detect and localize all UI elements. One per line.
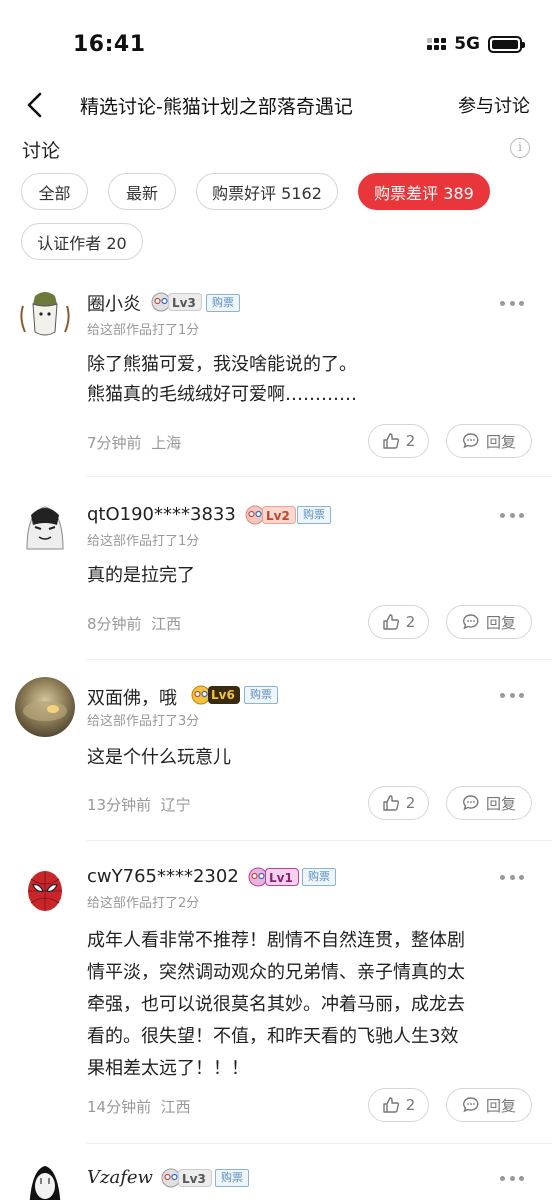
avatar[interactable] [15, 284, 75, 344]
network-type: 5G [454, 34, 480, 54]
level-badge: Lv6 [190, 685, 240, 705]
like-count: 2 [405, 613, 416, 631]
thumbs-up-icon [383, 433, 399, 449]
comment-bubble-icon [463, 433, 479, 449]
back-button[interactable] [18, 90, 50, 120]
level-badge: Lv3 [150, 292, 202, 312]
comment-bubble-icon [463, 614, 479, 630]
avatar[interactable] [15, 1160, 75, 1200]
like-button[interactable]: 2 [368, 1088, 429, 1122]
more-icon[interactable] [500, 693, 524, 699]
reply-button[interactable]: 回复 [446, 605, 532, 639]
more-icon[interactable] [500, 301, 524, 307]
comment-meta: 14分钟前 江西 [87, 1098, 191, 1116]
reply-button[interactable]: 回复 [446, 424, 532, 458]
avatar[interactable] [15, 859, 75, 919]
reply-button[interactable]: 回复 [446, 786, 532, 820]
username[interactable]: qtO190****3833 [87, 504, 236, 525]
page-title: 精选讨论-熊猫计划之部落奇遇记 [80, 96, 353, 118]
ticket-tag: 购票 [244, 686, 278, 704]
rating-text: 给这部作品打了3分 [87, 714, 200, 729]
info-icon[interactable]: i [510, 138, 530, 158]
level-label: Lv3 [168, 293, 202, 311]
comment-body: 除了熊猫可爱，我没啥能说的了。 熊猫真的毛绒绒好可爱啊………… [87, 354, 357, 405]
like-button[interactable]: 2 [368, 786, 429, 820]
reply-label: 回复 [485, 1096, 516, 1115]
more-icon[interactable] [500, 513, 524, 519]
level-label: Lv1 [265, 868, 299, 886]
like-count: 2 [405, 432, 416, 450]
username[interactable]: cwY765****2302 [87, 866, 239, 887]
rating-text: 给这部作品打了2分 [87, 896, 200, 911]
ticket-tag: 购票 [215, 1169, 249, 1187]
battery-icon [488, 35, 525, 53]
level-badge: Lv2 [244, 505, 296, 525]
level-badge: Lv3 [160, 1168, 212, 1188]
level-badge: Lv1 [247, 867, 299, 887]
comment-bubble-icon [463, 795, 479, 811]
reply-label: 回复 [485, 432, 516, 451]
ticket-tag: 购票 [206, 294, 240, 312]
divider [87, 840, 552, 841]
avatar[interactable] [15, 677, 75, 737]
status-bar: 16:41 5G [0, 0, 552, 80]
thumbs-up-icon [383, 1097, 399, 1113]
level-label: Lv3 [178, 1169, 212, 1187]
thumbs-up-icon [383, 795, 399, 811]
username[interactable]: 双面佛，哦 [87, 684, 177, 710]
filter-chip-verified-authors[interactable]: 认证作者 20 [21, 223, 143, 260]
status-indicators: 5G [427, 34, 525, 54]
comment-body: 这是个什么玩意儿 [87, 747, 231, 768]
divider [87, 659, 552, 660]
comment-meta: 7分钟前 上海 [87, 434, 182, 452]
join-discussion-button[interactable]: 参与讨论 [458, 92, 530, 118]
rating-text: 给这部作品打了1分 [87, 534, 200, 549]
nav-bar: 精选讨论-熊猫计划之部落奇遇记 参与讨论 [0, 80, 552, 130]
filter-chip-positive[interactable]: 购票好评 5162 [196, 173, 338, 210]
filter-chip-latest[interactable]: 最新 [108, 173, 176, 210]
filter-chip-all[interactable]: 全部 [21, 173, 88, 210]
avatar[interactable] [15, 497, 75, 557]
thumbs-up-icon [383, 614, 399, 630]
comment-body: 成年人看非常不推荐！剧情不自然连贯，整体剧 情平淡，突然调动观众的兄弟情、亲子情… [87, 930, 465, 1079]
status-time: 16:41 [73, 32, 146, 57]
comment-body: 真的是拉完了 [87, 565, 195, 586]
filter-chip-negative[interactable]: 购票差评 389 [358, 173, 490, 210]
ticket-tag: 购票 [297, 506, 331, 524]
username[interactable]: Vzafew [87, 1167, 153, 1188]
reply-label: 回复 [485, 794, 516, 813]
like-button[interactable]: 2 [368, 424, 429, 458]
more-icon[interactable] [500, 875, 524, 881]
section-label: 讨论 [22, 140, 61, 162]
like-count: 2 [405, 794, 416, 812]
comment-meta: 13分钟前 辽宁 [87, 796, 191, 814]
back-arrow-icon [27, 92, 42, 118]
more-icon[interactable] [500, 1176, 524, 1182]
rating-text: 给这部作品打了1分 [87, 323, 200, 338]
like-count: 2 [405, 1096, 416, 1114]
comment-meta: 8分钟前 江西 [87, 615, 182, 633]
username[interactable]: 圈小炎 [87, 290, 141, 316]
cellular-signal-icon [427, 38, 447, 50]
reply-label: 回复 [485, 613, 516, 632]
divider [87, 476, 552, 477]
like-button[interactable]: 2 [368, 605, 429, 639]
level-label: Lv6 [208, 686, 240, 704]
reply-button[interactable]: 回复 [446, 1088, 532, 1122]
ticket-tag: 购票 [302, 868, 336, 886]
comment-bubble-icon [463, 1097, 479, 1113]
level-label: Lv2 [262, 506, 296, 524]
divider [87, 1143, 552, 1144]
